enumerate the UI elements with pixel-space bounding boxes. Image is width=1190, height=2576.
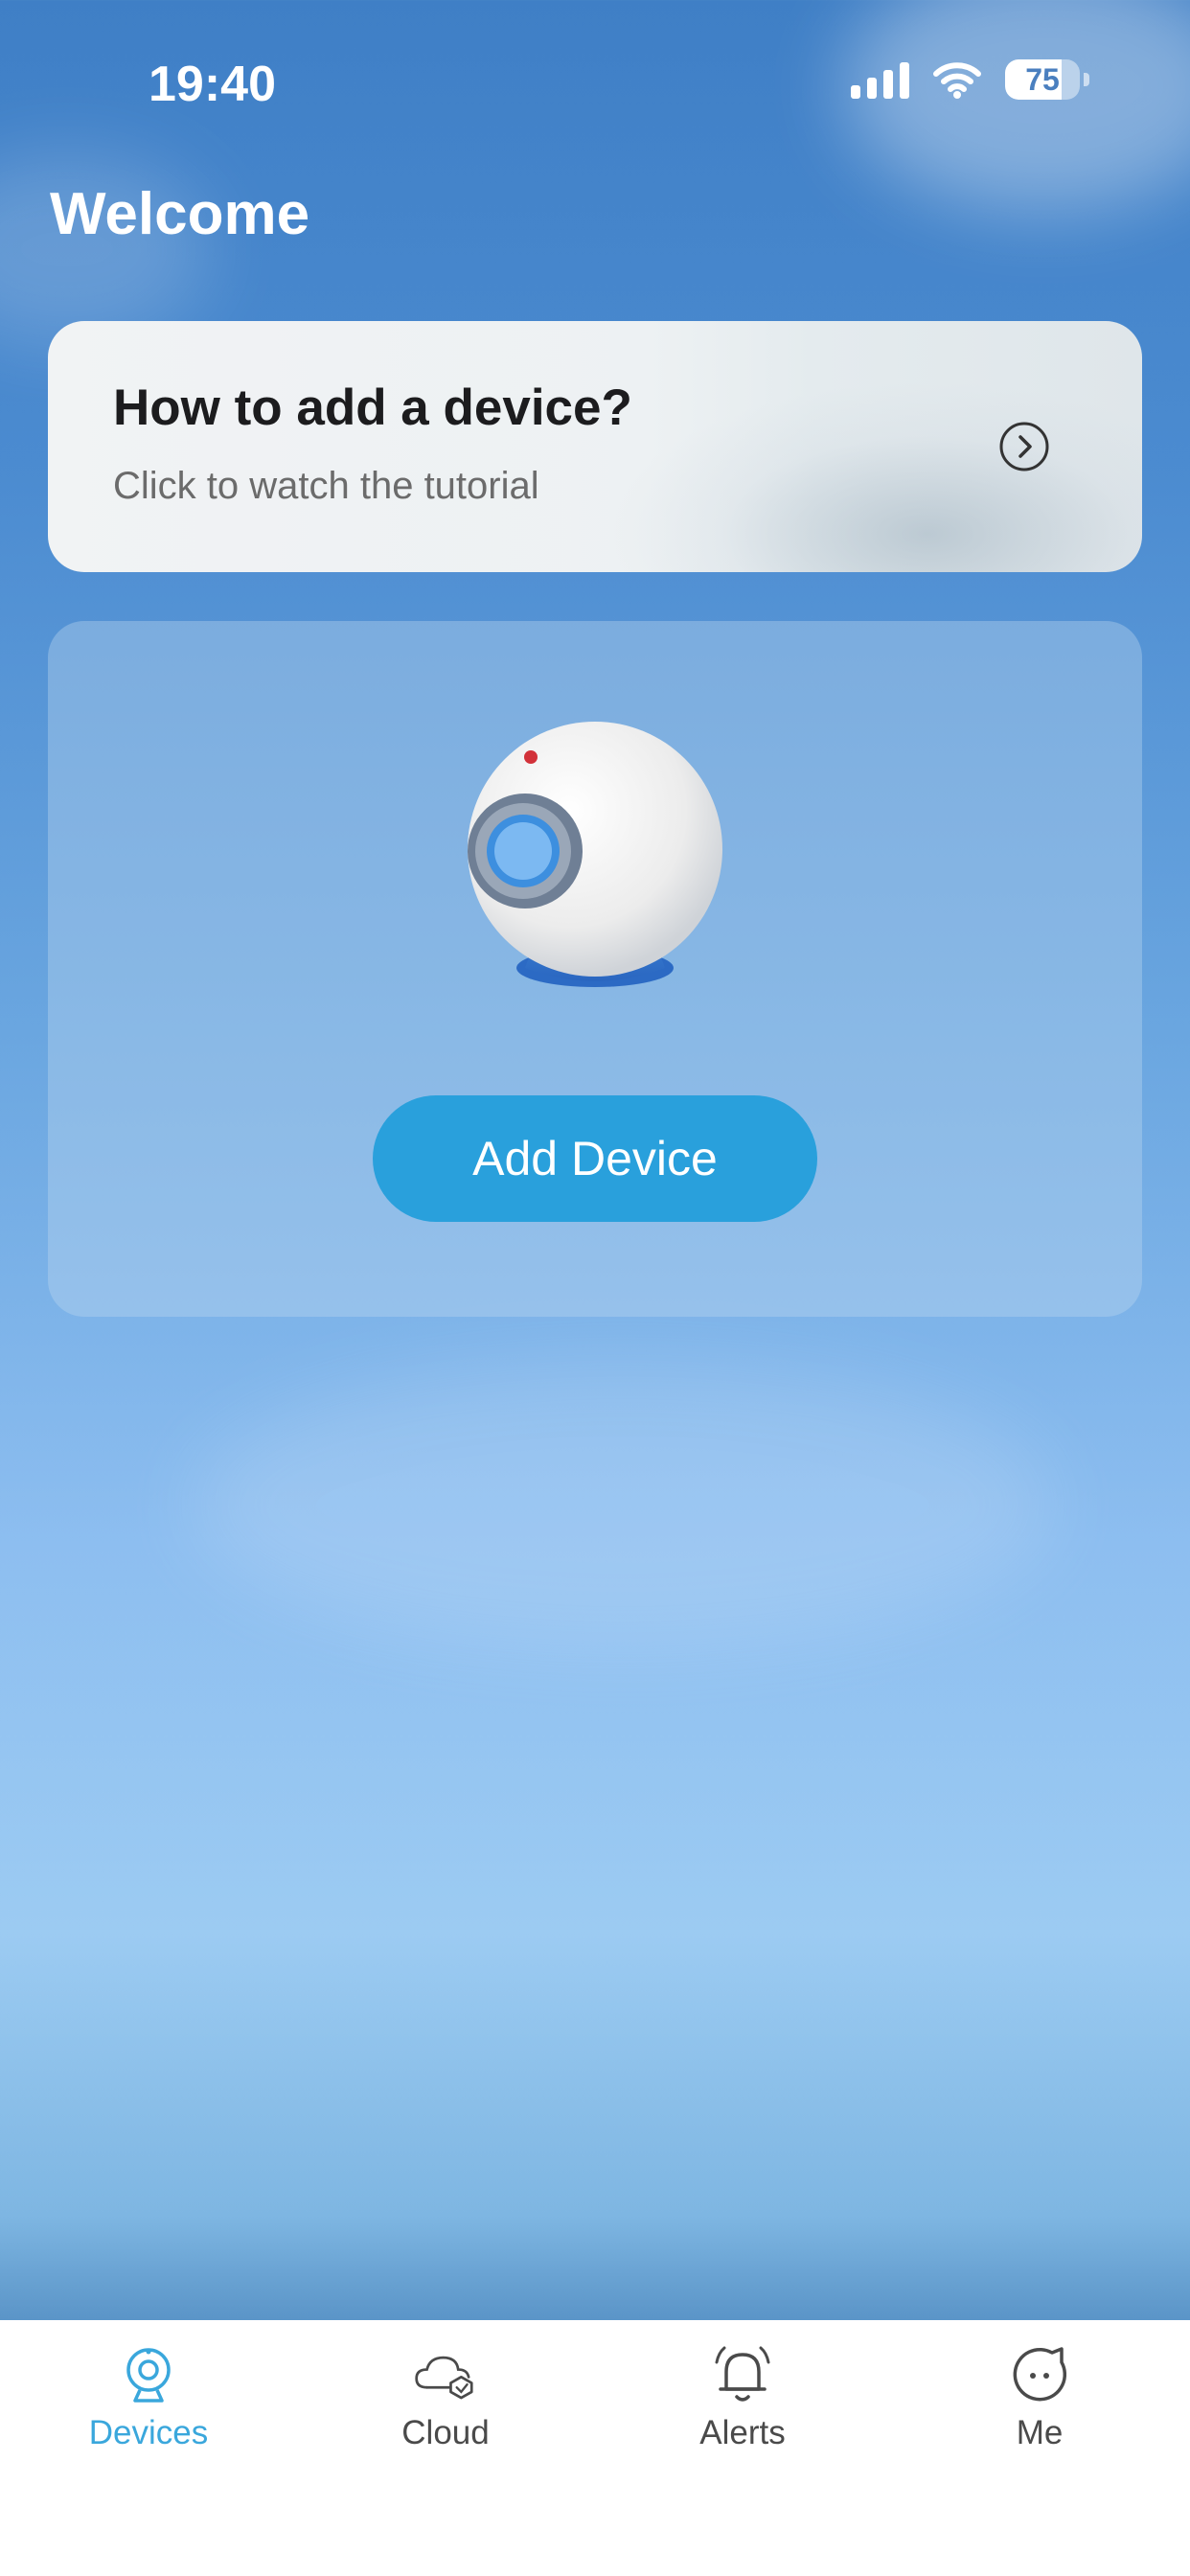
- add-device-card: Add Device: [48, 621, 1142, 1317]
- tab-cloud-label: Cloud: [401, 2414, 490, 2451]
- tab-me-label: Me: [1016, 2414, 1064, 2451]
- signal-icon: [851, 60, 909, 99]
- mountain-mist-decoration: [606, 380, 1142, 572]
- background-cloud: [843, 0, 1190, 211]
- face-icon: [1013, 2347, 1067, 2402]
- chevron-right-circle-icon[interactable]: [998, 421, 1050, 472]
- tab-devices-label: Devices: [88, 2414, 209, 2451]
- tab-alerts-label: Alerts: [699, 2414, 786, 2451]
- tab-cloud[interactable]: Cloud: [321, 2341, 570, 2452]
- battery-icon: 75: [1005, 59, 1080, 100]
- bell-icon: [715, 2346, 770, 2402]
- tab-bar: Devices Cloud Alerts Me: [0, 2320, 1190, 2576]
- tab-devices[interactable]: Devices: [24, 2341, 273, 2452]
- cloud-icon: [415, 2356, 473, 2400]
- camera-icon: [126, 2348, 171, 2403]
- status-bar-right: 75: [851, 59, 1089, 100]
- battery-percent: 75: [1025, 62, 1060, 97]
- background-cloud: [192, 1361, 1054, 1648]
- camera-icon: [468, 722, 722, 987]
- add-device-button[interactable]: Add Device: [373, 1095, 817, 1222]
- battery-tip: [1084, 73, 1089, 86]
- status-time: 19:40: [149, 57, 276, 112]
- tab-me[interactable]: Me: [915, 2341, 1164, 2452]
- tab-alerts[interactable]: Alerts: [618, 2341, 867, 2452]
- tutorial-card[interactable]: How to add a device? Click to watch the …: [48, 321, 1142, 572]
- tutorial-subtitle: Click to watch the tutorial: [113, 465, 539, 507]
- wifi-icon: [933, 62, 981, 99]
- page-title: Welcome: [50, 181, 310, 247]
- tutorial-title: How to add a device?: [113, 380, 632, 436]
